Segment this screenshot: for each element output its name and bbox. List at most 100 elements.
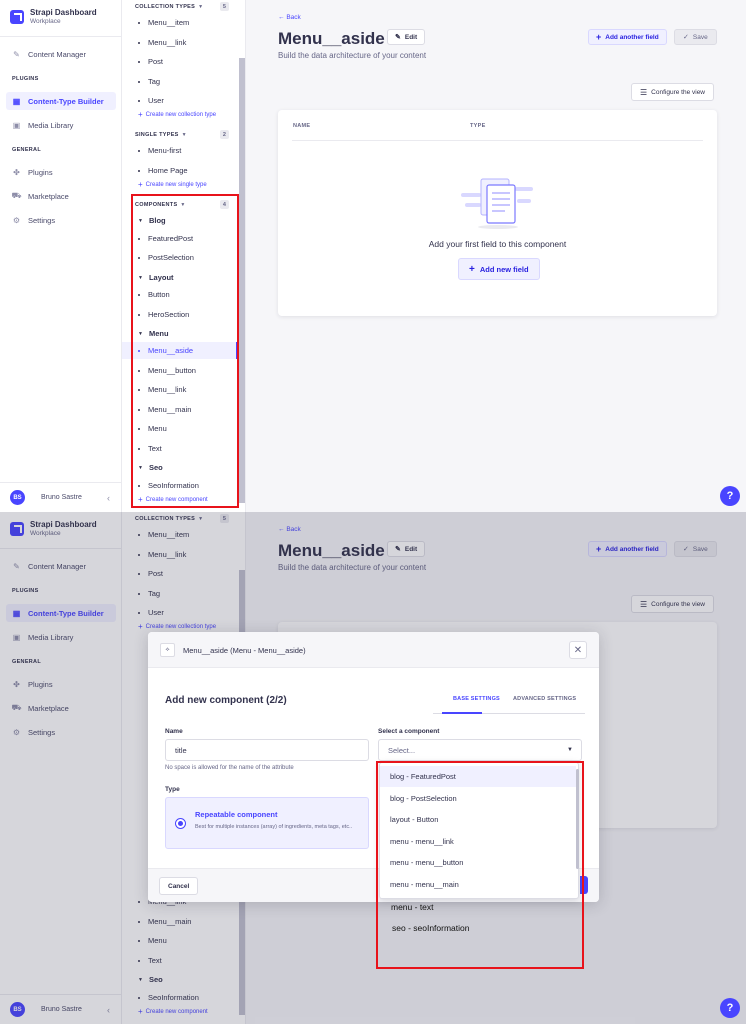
back-label: Back xyxy=(286,14,301,21)
bullet-icon xyxy=(138,21,140,24)
tab-base-settings[interactable]: BASE SETTINGS xyxy=(453,696,500,702)
option-description: Best for multiple instances (array) of i… xyxy=(195,824,353,830)
empty-state-text: Add your first field to this component xyxy=(428,239,567,249)
list-item[interactable]: User xyxy=(138,96,164,105)
select-placeholder: Select... xyxy=(388,745,416,755)
select-component-label: Select a component xyxy=(378,728,440,735)
nav-marketplace[interactable]: ⛟ Marketplace xyxy=(6,187,116,205)
scrollbar[interactable] xyxy=(239,58,245,503)
button-label: Add another field xyxy=(605,33,659,41)
strapi-logo-icon xyxy=(10,10,24,24)
select-component-dropdown[interactable]: Select... ▼ xyxy=(378,739,582,761)
gear-icon: ⚙ xyxy=(12,215,21,225)
image-icon: ▣ xyxy=(12,120,21,130)
user-footer: BS Bruno Sastre ‹ xyxy=(0,482,122,512)
create-collection-type-link[interactable]: + Create new collection type xyxy=(138,110,216,119)
nav-content-type-builder[interactable]: ▦ Content-Type Builder xyxy=(6,92,116,110)
close-button[interactable]: ✕ xyxy=(569,641,587,659)
add-new-field-button[interactable]: + Add new field xyxy=(458,258,540,280)
nav-content-manager[interactable]: ✎ Content Manager xyxy=(6,45,116,63)
page-subtitle: Build the data architecture of your cont… xyxy=(278,51,427,60)
list-item[interactable]: Menu__link xyxy=(138,38,186,47)
layout-icon: ▦ xyxy=(12,96,21,106)
edit-button[interactable]: ✎ Edit xyxy=(387,29,426,45)
add-another-field-button[interactable]: + Add another field xyxy=(588,29,667,45)
link-label: Create new single type xyxy=(145,181,207,188)
save-button[interactable]: ✓ Save xyxy=(674,29,717,45)
count-badge: 2 xyxy=(220,130,229,139)
item-label: Menu__link xyxy=(148,38,187,47)
section-label: COLLECTION TYPES xyxy=(135,3,196,10)
create-single-type-link[interactable]: + Create new single type xyxy=(138,180,207,189)
fields-table-card: NAME TYPE Add your first field to this c… xyxy=(278,110,717,316)
divider xyxy=(292,140,703,141)
puzzle-icon: ✤ xyxy=(13,167,20,177)
nav-plugins[interactable]: ✤ Plugins xyxy=(6,163,116,181)
type-label: Type xyxy=(165,786,180,793)
radio-selected[interactable] xyxy=(175,818,186,829)
brand: Strapi Dashboard Workplace xyxy=(10,8,97,26)
user-name: Bruno Sastre xyxy=(41,494,82,501)
button-label: Edit xyxy=(404,33,418,41)
cancel-button[interactable]: Cancel xyxy=(159,877,199,895)
list-item[interactable]: Tag xyxy=(138,77,160,86)
button-label: Save xyxy=(692,33,708,41)
name-input[interactable]: title xyxy=(165,739,369,761)
column-header-name: NAME xyxy=(293,123,311,129)
list-item[interactable]: Menu-first xyxy=(138,146,181,155)
close-icon: ✕ xyxy=(573,644,583,656)
pen-icon: ✎ xyxy=(13,49,20,59)
component-icon: ⟡ xyxy=(160,643,175,657)
main-content: ← Back Menu__aside ✎ Edit Build the data … xyxy=(246,0,746,512)
caret-down-icon: ▼ xyxy=(181,131,187,138)
brand-subtitle: Workplace xyxy=(30,18,61,25)
name-hint: No space is allowed for the name of the … xyxy=(165,765,294,771)
plus-icon: + xyxy=(469,263,475,275)
plus-icon: + xyxy=(596,32,602,42)
list-item[interactable]: Post xyxy=(138,57,163,66)
collapse-chevron-icon[interactable]: ‹ xyxy=(107,493,110,503)
item-label: Post xyxy=(148,57,164,66)
nav-settings[interactable]: ⚙ Settings xyxy=(6,211,116,229)
section-label: SINGLE TYPES xyxy=(135,131,179,138)
configure-view-button[interactable]: ☰ Configure the view xyxy=(631,83,715,101)
modal-header: ⟡ Menu__aside (Menu - Menu__aside) ✕ xyxy=(148,632,599,668)
highlight-box xyxy=(131,194,239,508)
nav-label: Marketplace xyxy=(28,191,69,201)
nav-media-library[interactable]: ▣ Media Library xyxy=(6,116,116,134)
section-collection-types[interactable]: COLLECTION TYPES ▼ 5 xyxy=(135,2,229,11)
plus-icon: + xyxy=(138,110,143,119)
list-item[interactable]: Home Page xyxy=(138,166,188,175)
item-label: User xyxy=(148,96,164,105)
list-item[interactable]: Menu__item xyxy=(138,18,189,27)
nav-section-plugins: PLUGINS xyxy=(12,76,39,82)
repeatable-component-option[interactable]: Repeatable component Best for multiple i… xyxy=(165,797,369,849)
tab-advanced-settings[interactable]: ADVANCED SETTINGS xyxy=(513,696,576,702)
modal-breadcrumb: Menu__aside (Menu - Menu__aside) xyxy=(183,646,306,655)
caret-down-icon: ▼ xyxy=(198,3,204,10)
item-label: Tag xyxy=(148,77,161,86)
pencil-icon: ✎ xyxy=(395,34,401,41)
bullet-icon xyxy=(138,80,140,83)
option-title: Repeatable component xyxy=(195,810,278,819)
caret-down-icon: ▼ xyxy=(567,747,573,753)
name-label: Name xyxy=(165,728,183,735)
main-nav: Strapi Dashboard Workplace ✎ Content Mana… xyxy=(0,0,122,512)
section-single-types[interactable]: SINGLE TYPES ▼ 2 xyxy=(135,130,229,139)
item-label: Home Page xyxy=(148,166,188,175)
tab-active-indicator xyxy=(442,712,482,714)
screenshot-top: Strapi Dashboard Workplace ✎ Content Mana… xyxy=(0,0,746,512)
help-button[interactable]: ? xyxy=(720,998,740,1018)
bullet-icon xyxy=(138,41,140,44)
count-badge: 5 xyxy=(220,2,229,11)
item-label: Menu-first xyxy=(148,146,182,155)
back-link[interactable]: ← Back xyxy=(278,14,301,21)
link-label: Create new collection type xyxy=(145,111,217,118)
avatar[interactable]: BS xyxy=(10,490,25,505)
nav-label: Content-Type Builder xyxy=(28,96,104,106)
modal-title: Add new component (2/2) xyxy=(165,695,287,706)
column-header-type: TYPE xyxy=(470,123,486,129)
help-button[interactable]: ? xyxy=(720,486,740,506)
bullet-icon xyxy=(138,99,140,102)
item-label: Menu__item xyxy=(148,18,190,27)
